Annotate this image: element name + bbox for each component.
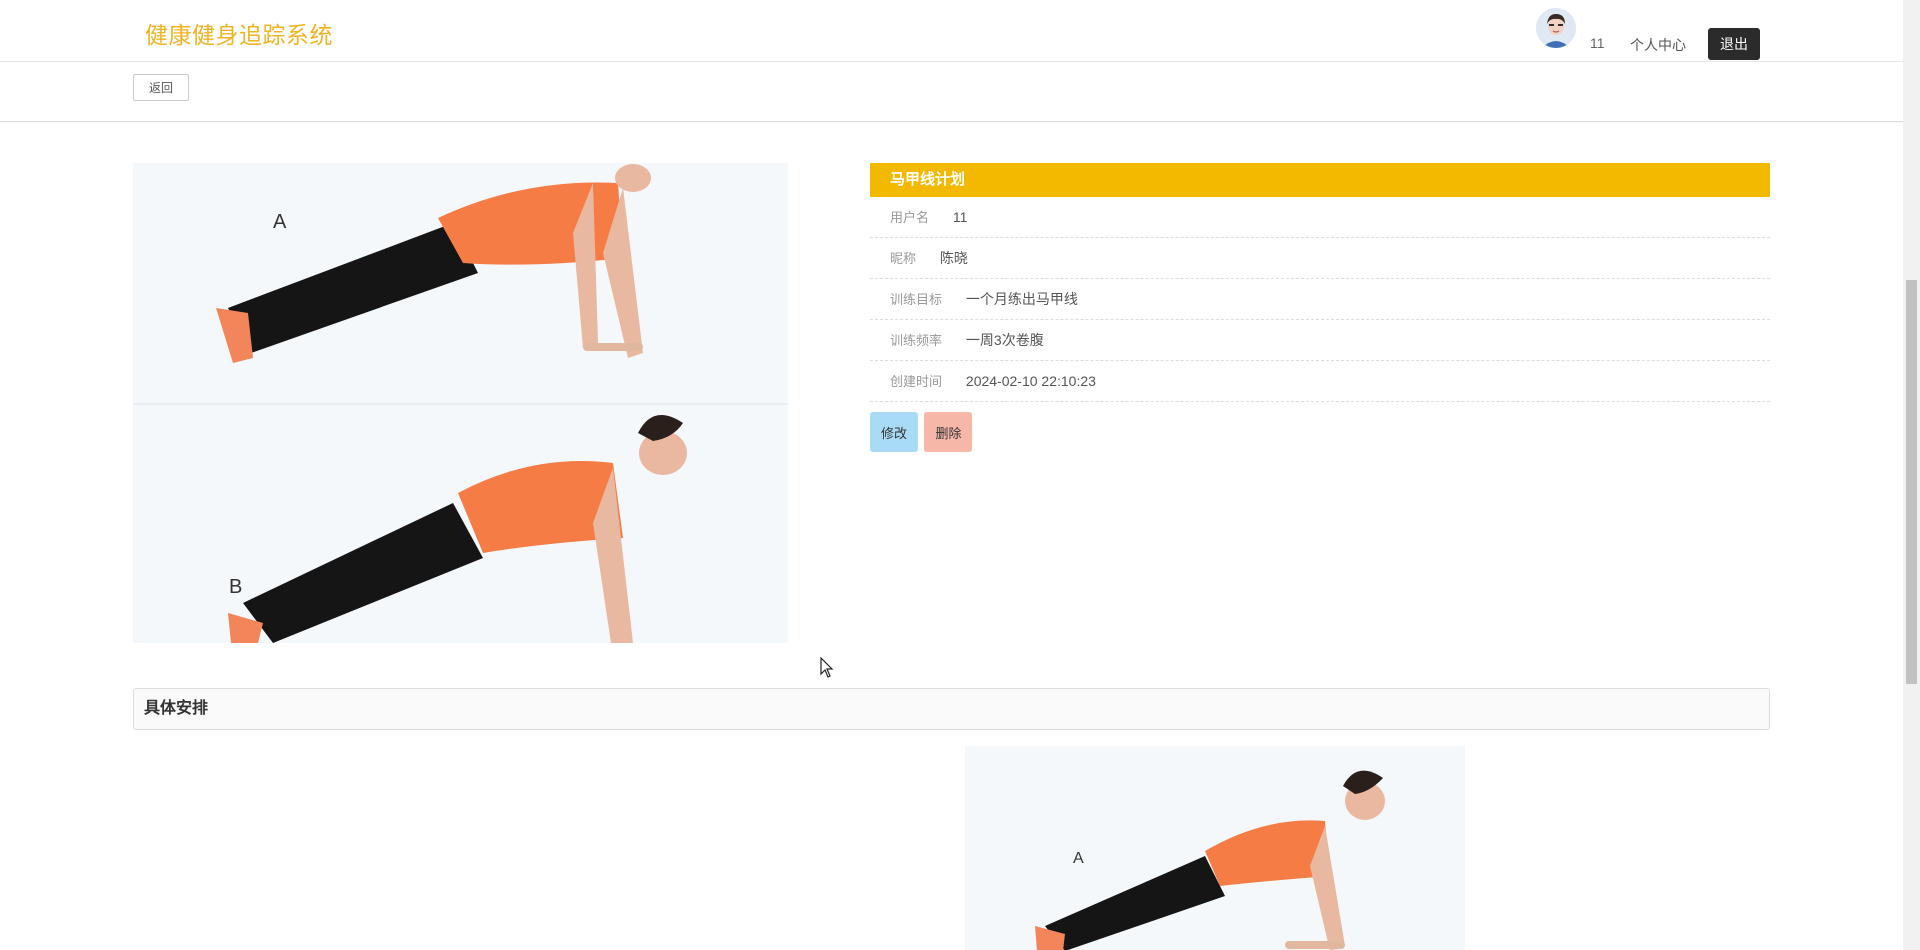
top-navbar: 健康健身追踪系统 11 个人中心 退出 xyxy=(0,0,1903,62)
page: 健康健身追踪系统 11 个人中心 退出 返回 A B 马甲线计划 用户名 11 … xyxy=(0,0,1920,950)
plan-actions: 修改 删除 xyxy=(870,412,1770,452)
plan-detail-panel: 马甲线计划 用户名 11 昵称 陈晓 训练目标 一个月练出马甲线 训练频率 一周… xyxy=(870,163,1770,452)
delete-button[interactable]: 删除 xyxy=(924,412,973,452)
scrollbar-thumb[interactable] xyxy=(1906,280,1917,684)
schedule-image: A xyxy=(965,746,1465,950)
user-avatar-image xyxy=(1536,8,1576,48)
personal-center-link[interactable]: 个人中心 xyxy=(1630,35,1686,55)
mouse-cursor-icon xyxy=(820,657,834,678)
info-label: 昵称 xyxy=(890,251,917,266)
edit-button[interactable]: 修改 xyxy=(870,412,918,452)
info-label: 训练频率 xyxy=(890,333,943,348)
username-label: 11 xyxy=(1590,35,1605,51)
toolbar: 返回 xyxy=(0,62,1903,122)
info-row-created-time: 创建时间 2024-02-10 22:10:23 xyxy=(870,361,1770,402)
info-value: 陈晓 xyxy=(939,250,968,266)
info-label: 创建时间 xyxy=(890,374,943,389)
schedule-pushup-illustration: A xyxy=(965,746,1465,950)
info-label: 用户名 xyxy=(890,210,930,225)
site-title[interactable]: 健康健身追踪系统 xyxy=(145,16,333,50)
back-button[interactable]: 返回 xyxy=(133,74,189,101)
info-row-nickname: 昵称 陈晓 xyxy=(870,238,1770,279)
logout-button[interactable]: 退出 xyxy=(1708,28,1760,60)
info-value: 一个月练出马甲线 xyxy=(965,291,1078,307)
avatar[interactable] xyxy=(1536,8,1576,48)
schedule-figure-a-label: A xyxy=(1073,850,1084,867)
info-row-frequency: 训练频率 一周3次卷腹 xyxy=(870,320,1770,361)
figure-a-label: A xyxy=(273,211,287,233)
info-label: 训练目标 xyxy=(890,292,943,307)
info-row-goal: 训练目标 一个月练出马甲线 xyxy=(870,279,1770,320)
page-scrollbar[interactable] xyxy=(1903,0,1920,950)
figure-b-label: B xyxy=(229,576,242,598)
plan-image: A B xyxy=(133,163,788,643)
info-value: 一周3次卷腹 xyxy=(965,332,1044,348)
info-row-username: 用户名 11 xyxy=(870,197,1770,238)
schedule-heading: 具体安排 xyxy=(133,688,1770,730)
info-value: 11 xyxy=(952,209,968,225)
plan-title: 马甲线计划 xyxy=(870,163,1770,197)
pushup-illustration: A B xyxy=(133,163,788,643)
info-value: 2024-02-10 22:10:23 xyxy=(965,373,1096,389)
